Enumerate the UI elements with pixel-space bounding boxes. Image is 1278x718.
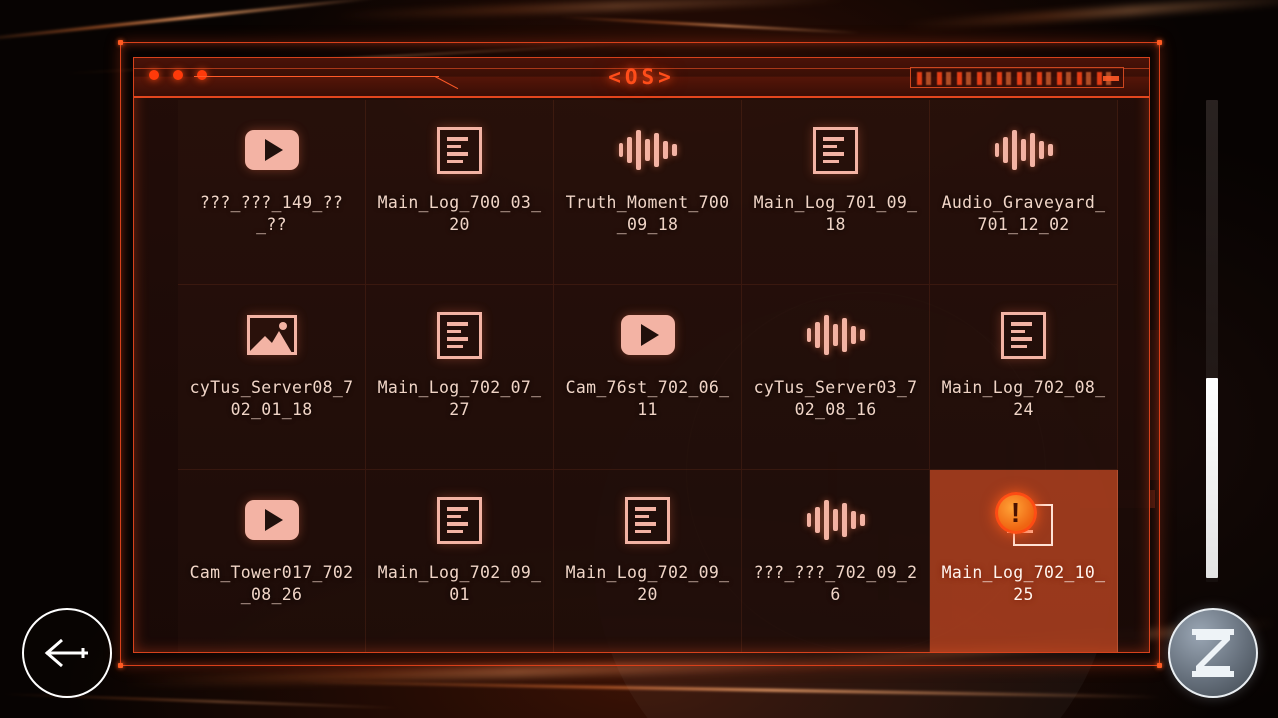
file-icon-wrap: ! xyxy=(993,492,1055,548)
bg-streak xyxy=(330,0,850,20)
file-item[interactable]: Cam_76st_702_06_11 xyxy=(554,285,742,470)
file-item[interactable]: Main_Log_702_08_24 xyxy=(930,285,1118,470)
file-item-label: Cam_76st_702_06_11 xyxy=(565,378,730,419)
audio-icon xyxy=(994,127,1053,173)
document-icon xyxy=(1001,311,1046,359)
image-icon xyxy=(246,315,297,355)
file-icon-wrap xyxy=(805,492,867,548)
scan-button[interactable] xyxy=(1168,608,1258,698)
file-item[interactable]: Main_Log_702_09_20 xyxy=(554,470,742,652)
file-icon-wrap xyxy=(617,122,679,178)
file-item-label: ???_???_702_09_26 xyxy=(753,563,918,604)
file-item-label: ???_???_149_??_?? xyxy=(199,193,344,234)
file-icon-wrap xyxy=(617,492,679,548)
file-icon-wrap xyxy=(241,492,303,548)
file-item[interactable]: cyTus_Server03_702_08_16 xyxy=(742,285,930,470)
file-item[interactable]: Main_Log_702_07_27 xyxy=(366,285,554,470)
file-item[interactable]: cyTus_Server08_702_01_18 xyxy=(178,285,366,470)
file-item-selected[interactable]: ! Main_Log_702_10_25 xyxy=(930,470,1118,652)
file-item-label: cyTus_Server08_702_01_18 xyxy=(189,378,354,419)
file-icon-wrap xyxy=(617,307,679,363)
file-item-label: Cam_Tower017_702_08_26 xyxy=(189,563,354,604)
file-item-label: Audio_Graveyard_701_12_02 xyxy=(941,193,1106,234)
file-icon-wrap xyxy=(241,122,303,178)
file-item-label: Main_Log_700_03_20 xyxy=(377,193,542,234)
frame-corner-dot xyxy=(1157,40,1162,45)
arrow-left-icon xyxy=(44,638,88,668)
file-item[interactable]: Main_Log_702_09_01 xyxy=(366,470,554,652)
file-item-label: cyTus_Server03_702_08_16 xyxy=(753,378,918,419)
back-button[interactable] xyxy=(22,608,112,698)
file-icon-wrap xyxy=(429,307,491,363)
video-icon xyxy=(244,500,299,540)
file-item-label: Main_Log_702_08_24 xyxy=(941,378,1106,419)
video-icon xyxy=(244,130,299,170)
file-item-label: Truth_Moment_700_09_18 xyxy=(565,193,730,234)
audio-icon xyxy=(806,497,865,543)
file-item[interactable]: Main_Log_700_03_20 xyxy=(366,100,554,285)
file-item-label: Main_Log_702_10_25 xyxy=(941,563,1106,604)
file-item[interactable]: ???_???_149_??_?? xyxy=(178,100,366,285)
screen: <OS> ???_???_149_??_?? Main_Log_700_03_20… xyxy=(0,0,1278,718)
audio-icon xyxy=(618,127,677,173)
file-icon-wrap xyxy=(805,122,867,178)
os-window: <OS> ???_???_149_??_?? Main_Log_700_03_20… xyxy=(133,57,1150,653)
status-bar-graphic xyxy=(910,67,1124,88)
alert-document-icon: ! xyxy=(993,492,1055,548)
file-item-label: Main_Log_701_09_18 xyxy=(753,193,918,234)
file-icon-wrap xyxy=(993,307,1055,363)
file-icon-wrap xyxy=(805,307,867,363)
bg-streak xyxy=(0,0,380,43)
file-item[interactable]: ???_???_702_09_26 xyxy=(742,470,930,652)
document-icon xyxy=(437,311,482,359)
file-icon-wrap xyxy=(429,122,491,178)
z-glyph-icon xyxy=(1192,629,1234,677)
document-icon xyxy=(437,496,482,544)
bg-streak xyxy=(900,0,1278,31)
file-item[interactable]: Cam_Tower017_702_08_26 xyxy=(178,470,366,652)
file-icon-wrap xyxy=(241,307,303,363)
file-item-label: Main_Log_702_07_27 xyxy=(377,378,542,419)
status-bar-cap xyxy=(1103,76,1119,81)
file-icon-wrap xyxy=(993,122,1055,178)
scrollbar-thumb[interactable] xyxy=(1206,378,1218,578)
frame-corner-dot xyxy=(118,40,123,45)
video-icon xyxy=(620,315,675,355)
file-item[interactable]: Audio_Graveyard_701_12_02 xyxy=(930,100,1118,285)
bg-streak xyxy=(560,16,860,34)
file-item[interactable]: Main_Log_701_09_18 xyxy=(742,100,930,285)
frame-corner-dot xyxy=(1157,663,1162,668)
frame-corner-dot xyxy=(118,663,123,668)
file-item-label: Main_Log_702_09_01 xyxy=(377,563,542,604)
file-icon-wrap xyxy=(429,492,491,548)
document-icon xyxy=(625,496,670,544)
window-titlebar: <OS> xyxy=(134,58,1149,98)
status-bar-ticks xyxy=(917,72,1117,85)
file-item-label: Main_Log_702_09_20 xyxy=(565,563,730,604)
document-icon xyxy=(813,126,858,174)
file-grid: ???_???_149_??_?? Main_Log_700_03_20 Truth… xyxy=(178,100,1149,652)
document-icon xyxy=(437,126,482,174)
alert-badge: ! xyxy=(994,492,1037,534)
file-grid-scroll-area[interactable]: ???_???_149_??_?? Main_Log_700_03_20 Truth… xyxy=(134,99,1149,652)
audio-icon xyxy=(806,312,865,358)
file-item[interactable]: Truth_Moment_700_09_18 xyxy=(554,100,742,285)
